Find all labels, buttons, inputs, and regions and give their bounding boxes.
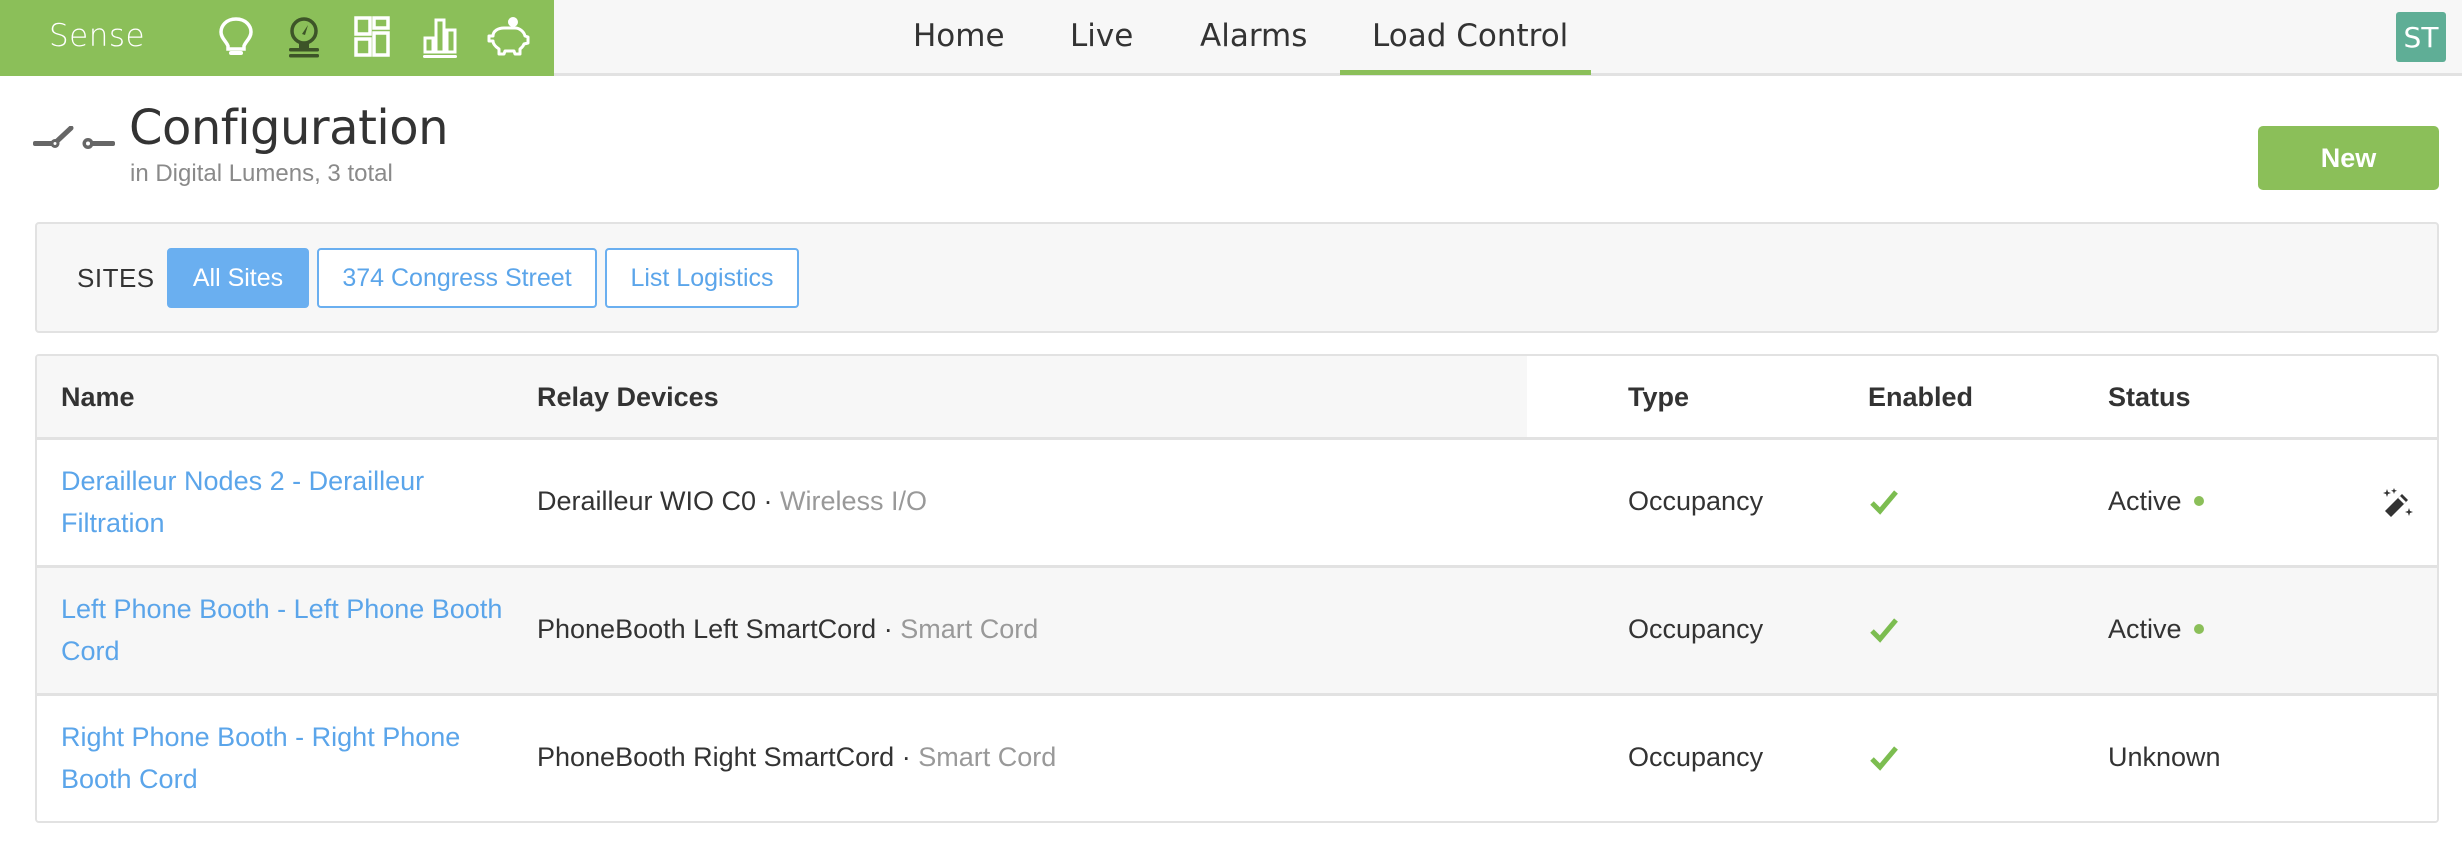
site-filter-374-congress-street[interactable]: 374 Congress Street: [317, 248, 597, 308]
active-nav-indicator: [1340, 70, 1591, 75]
brand-section: Sense: [0, 0, 554, 76]
nav-alarms[interactable]: Alarms: [1200, 18, 1307, 54]
row-type: Occupancy: [1628, 742, 1764, 772]
brand-logo[interactable]: Sense: [49, 18, 145, 54]
relay-device-name: PhoneBooth Left SmartCord: [537, 614, 877, 644]
separator: ·: [894, 742, 919, 772]
piggy-bank-icon[interactable]: [483, 12, 533, 62]
relay-device: Derailleur WIO C0 · Wireless I/O: [537, 486, 927, 517]
relay-device: PhoneBooth Left SmartCord · Smart Cord: [537, 614, 1038, 645]
load-control-table: Name Relay Devices Type Enabled Status D…: [35, 354, 2439, 823]
column-header-type[interactable]: Type: [1628, 382, 1689, 413]
nav-home[interactable]: Home: [913, 18, 1005, 54]
row-status: Active: [2108, 614, 2204, 645]
sites-filter-panel: SITES All Sites 374 Congress Street List…: [35, 222, 2439, 333]
relay-device-name: PhoneBooth Right SmartCord: [537, 742, 895, 772]
switch-icon: [33, 125, 115, 152]
relay-device: PhoneBooth Right SmartCord · Smart Cord: [537, 742, 1056, 773]
magic-wand-icon[interactable]: [2381, 487, 2413, 519]
table-header-shade: [37, 356, 1527, 437]
user-avatar[interactable]: ST: [2396, 12, 2446, 62]
new-button[interactable]: New: [2258, 126, 2439, 190]
row-type: Occupancy: [1628, 614, 1764, 644]
relay-device-type: Smart Cord: [900, 614, 1039, 644]
table-header: Name Relay Devices Type Enabled Status: [37, 356, 2437, 440]
column-header-status[interactable]: Status: [2108, 382, 2191, 413]
status-dot: [2193, 495, 2204, 506]
site-filter-list-logistics[interactable]: List Logistics: [605, 248, 799, 308]
column-header-enabled[interactable]: Enabled: [1868, 382, 1973, 413]
status-dot: [2193, 623, 2204, 634]
check-icon: [1870, 746, 1898, 771]
separator: ·: [756, 486, 781, 516]
user-initials: ST: [2403, 20, 2439, 54]
sites-label: SITES: [77, 263, 155, 293]
row-status: Active: [2108, 486, 2204, 517]
table-row[interactable]: Right Phone Booth - Right Phone Booth Co…: [37, 696, 2437, 821]
dashboard-grid-icon[interactable]: [347, 12, 397, 62]
column-header-relay-devices[interactable]: Relay Devices: [537, 382, 719, 413]
relay-device-type: Smart Cord: [918, 742, 1057, 772]
check-icon: [1870, 618, 1898, 643]
column-header-name[interactable]: Name: [61, 382, 135, 413]
row-name-link[interactable]: Left Phone Booth - Left Phone Booth Cord: [61, 588, 521, 672]
separator: ·: [876, 614, 901, 644]
check-icon: [1870, 490, 1898, 515]
bar-chart-icon[interactable]: [415, 12, 465, 62]
nav-live[interactable]: Live: [1070, 18, 1133, 54]
status-text: Unknown: [2108, 742, 2221, 772]
gauge-icon[interactable]: [279, 12, 329, 62]
row-type: Occupancy: [1628, 486, 1764, 516]
page-title: Configuration: [129, 100, 449, 156]
row-status: Unknown: [2108, 742, 2221, 773]
row-name-link[interactable]: Derailleur Nodes 2 - Derailleur Filtrati…: [61, 460, 521, 544]
lightbulb-icon[interactable]: [211, 12, 261, 62]
top-navbar: Sense Home Live Alarms Load Control ST: [0, 0, 2462, 76]
status-text: Active: [2108, 486, 2182, 516]
row-name-link[interactable]: Right Phone Booth - Right Phone Booth Co…: [61, 716, 521, 800]
relay-device-type: Wireless I/O: [780, 486, 928, 516]
table-row[interactable]: Left Phone Booth - Left Phone Booth Cord…: [37, 568, 2437, 696]
page-subtitle: in Digital Lumens, 3 total: [130, 160, 393, 187]
site-filter-all-sites[interactable]: All Sites: [167, 248, 309, 308]
status-text: Active: [2108, 614, 2182, 644]
relay-device-name: Derailleur WIO C0: [537, 486, 757, 516]
table-row[interactable]: Derailleur Nodes 2 - Derailleur Filtrati…: [37, 440, 2437, 568]
nav-load-control[interactable]: Load Control: [1372, 18, 1568, 54]
